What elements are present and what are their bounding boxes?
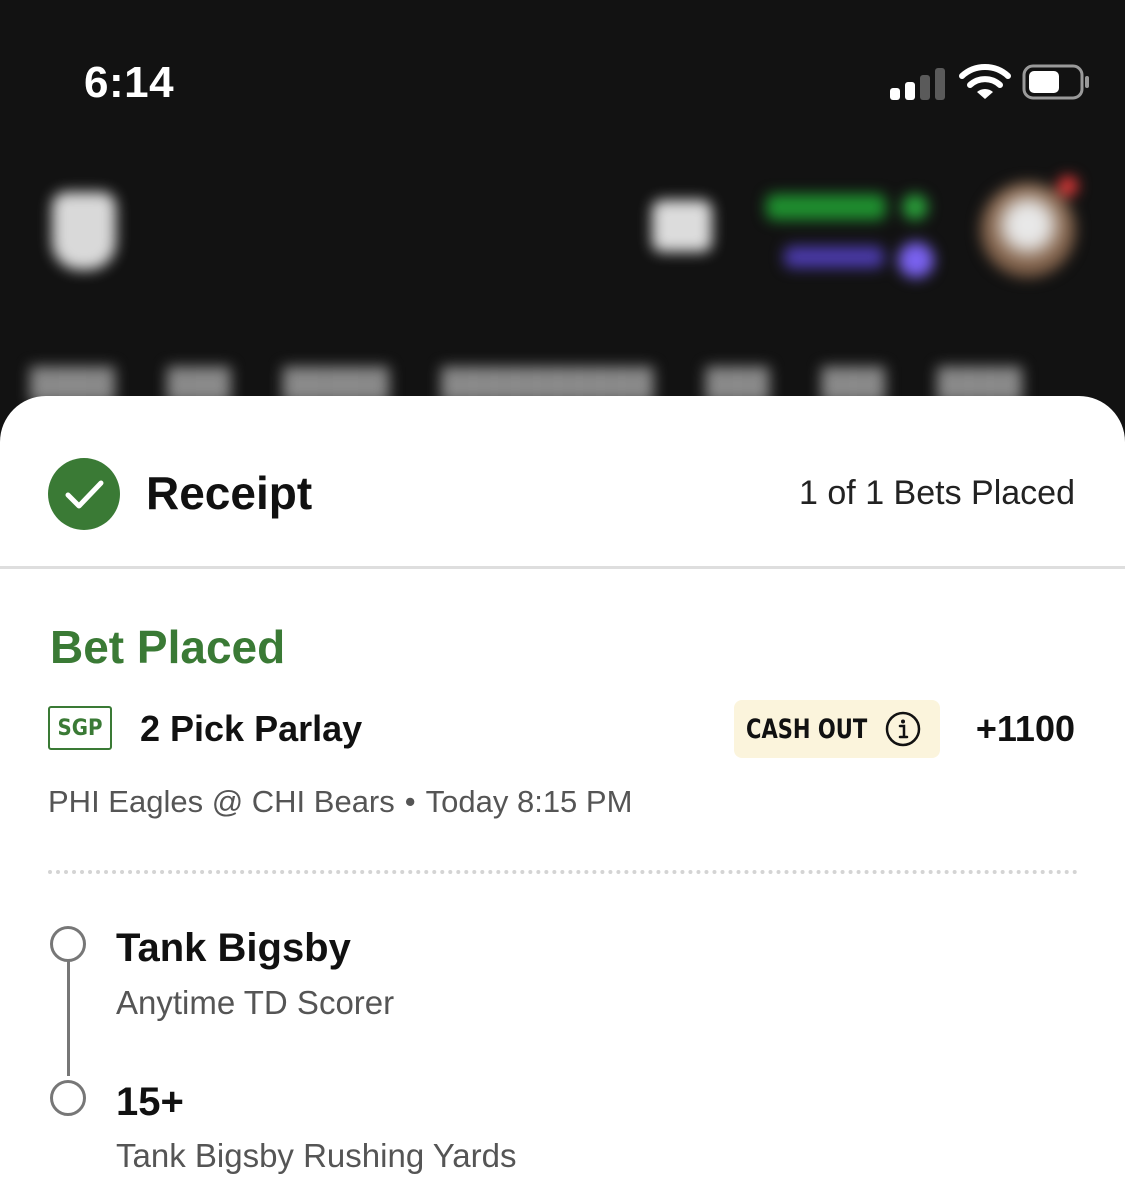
parlay-title: 2 Pick Parlay — [140, 708, 363, 749]
battery-icon — [1022, 64, 1089, 100]
bets-placed-count: 1 of 1 Bets Placed — [799, 474, 1075, 512]
bonus-balance[interactable] — [784, 246, 884, 268]
matchup: PHI Eagles @ CHI Bears — [48, 784, 395, 819]
bet-odds: +1100 — [975, 708, 1075, 749]
notification-dot — [1058, 176, 1078, 196]
leg-connector — [67, 960, 70, 1076]
leg-status-circle — [50, 1080, 86, 1116]
checkmark-icon — [48, 458, 120, 530]
receipt-header: Receipt 1 of 1 Bets Placed — [0, 396, 1125, 569]
leg-market: Tank Bigsby Rushing Yards — [116, 1137, 517, 1174]
avatar[interactable] — [980, 182, 1076, 278]
leg-status-circle — [50, 926, 86, 962]
status-bar: 6:14 — [0, 0, 1125, 160]
crown-logo-icon[interactable] — [52, 192, 116, 270]
gift-icon[interactable] — [652, 200, 712, 252]
sgp-badge: SGP — [48, 706, 112, 750]
leg-title: Tank Bigsby — [116, 926, 351, 970]
cash-out-button[interactable]: CASH OUT — [734, 700, 940, 758]
status-time: 6:14 — [84, 58, 175, 107]
add-funds-icon[interactable] — [902, 194, 928, 220]
info-icon[interactable] — [884, 710, 922, 748]
app-header: ████ ███ █████ ██████████ ███ ███ ████ — [0, 150, 1125, 410]
cash-out-label: CASH OUT — [746, 713, 868, 745]
game-info: PHI Eagles @ CHI Bears • Today 8:15 PM — [48, 784, 632, 820]
separator-dot: • — [404, 784, 416, 819]
receipt-sheet: Receipt 1 of 1 Bets Placed Bet Placed SG… — [0, 396, 1125, 1179]
start-time: Today 8:15 PM — [425, 784, 633, 819]
bonus-icon — [898, 242, 934, 278]
wifi-icon — [959, 64, 1011, 99]
leg-title: 15+ — [116, 1080, 184, 1124]
account-balance[interactable] — [766, 194, 886, 220]
dotted-divider — [48, 870, 1078, 874]
leg-market: Anytime TD Scorer — [116, 984, 395, 1021]
receipt-title: Receipt — [146, 467, 313, 519]
bet-status: Bet Placed — [50, 621, 286, 673]
cellular-signal-icon — [890, 66, 946, 100]
